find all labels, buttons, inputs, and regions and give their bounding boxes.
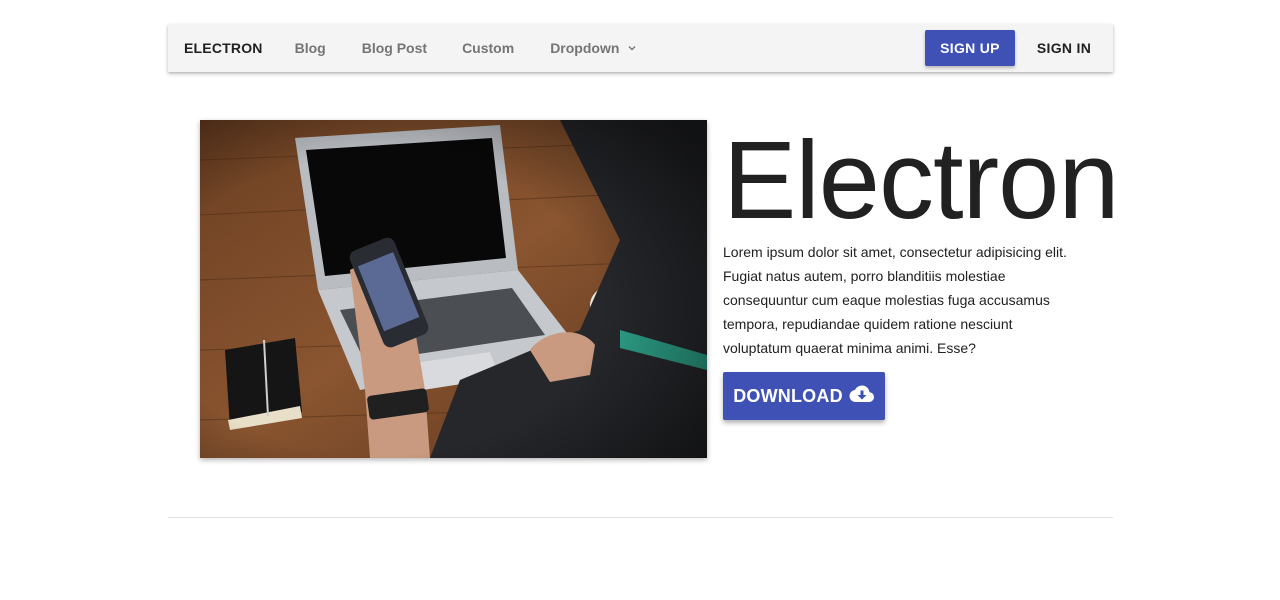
nav-link-blog-post[interactable]: Blog Post: [362, 40, 427, 56]
hero-image: [200, 120, 707, 458]
nav-link-blog[interactable]: Blog: [295, 40, 326, 56]
sign-up-button[interactable]: SIGN UP: [925, 30, 1015, 66]
brand-logo[interactable]: ELECTRON: [184, 40, 263, 56]
sign-in-button[interactable]: SIGN IN: [1019, 30, 1109, 66]
chevron-down-icon: [627, 43, 637, 53]
hero-description: Lorem ipsum dolor sit amet, consectetur …: [723, 244, 1067, 356]
download-button[interactable]: DOWNLOAD: [723, 372, 885, 420]
cloud-download-icon: [849, 384, 875, 409]
nav-dropdown-label: Dropdown: [550, 40, 620, 56]
navbar: ELECTRON Blog Blog Post Custom Dropdown …: [168, 24, 1113, 72]
nav-link-custom[interactable]: Custom: [462, 40, 514, 56]
section-divider: [168, 517, 1113, 518]
nav-actions: SIGN UP SIGN IN: [925, 24, 1113, 72]
nav-dropdown[interactable]: Dropdown: [550, 40, 637, 56]
download-button-label: DOWNLOAD: [733, 385, 843, 406]
hero-title: Electron: [723, 119, 1120, 242]
